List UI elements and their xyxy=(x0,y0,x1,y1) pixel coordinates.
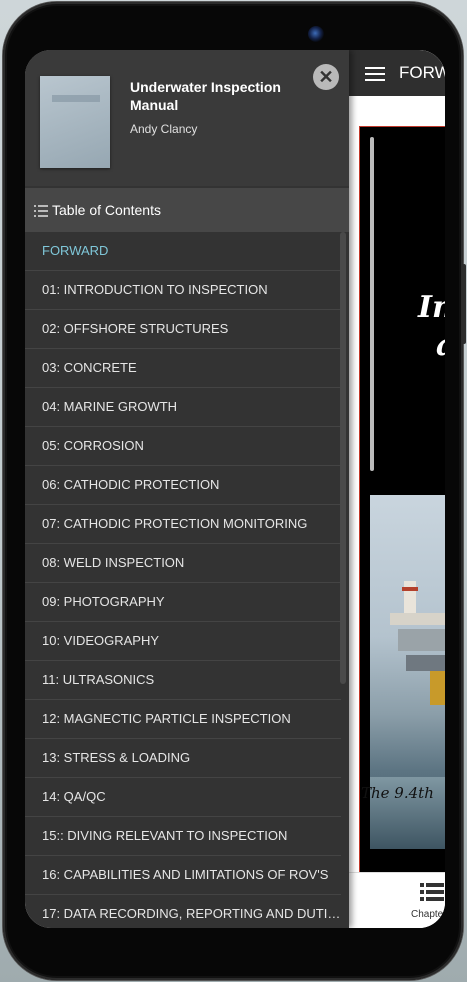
toc-item-11[interactable]: 11: ULTRASONICS xyxy=(25,661,341,700)
cover-title-line2: a xyxy=(418,327,445,365)
screen: FORWARD In a The 9.4th xyxy=(25,50,445,928)
camera-lens xyxy=(308,26,324,42)
phone-frame: FORWARD In a The 9.4th xyxy=(3,2,466,980)
toc-item-06[interactable]: 06: CATHODIC PROTECTION xyxy=(25,466,341,505)
list-icon xyxy=(34,204,48,222)
toc-item-forward[interactable]: FORWARD xyxy=(25,232,341,271)
chapter-title: FORWARD xyxy=(399,63,445,82)
toc-label: Table of Contents xyxy=(52,202,161,218)
page-scroll-indicator[interactable] xyxy=(370,137,374,471)
drawer-header: Underwater Inspection Manual Andy Clancy… xyxy=(25,50,349,186)
toc-item-07[interactable]: 07: CATHODIC PROTECTION MONITORING xyxy=(25,505,341,544)
book-author: Andy Clancy xyxy=(130,122,198,136)
book-title: Underwater Inspection Manual xyxy=(130,79,281,113)
toc-item-08[interactable]: 08: WELD INSPECTION xyxy=(25,544,341,583)
toc-item-09[interactable]: 09: PHOTOGRAPHY xyxy=(25,583,341,622)
toc-item-16[interactable]: 16: CAPABILITIES AND LIMITATIONS OF ROV'… xyxy=(25,856,341,895)
cover-caption: The 9.4th xyxy=(361,784,434,802)
book-cover-thumbnail xyxy=(40,76,110,168)
book-page[interactable]: In a xyxy=(359,126,445,876)
toc-header: Table of Contents xyxy=(25,188,349,232)
oil-rig-illustration xyxy=(384,573,445,705)
toc-list: FORWARD 01: INTRODUCTION TO INSPECTION 0… xyxy=(25,232,349,928)
toc-item-02[interactable]: 02: OFFSHORE STRUCTURES xyxy=(25,310,341,349)
toc-item-12[interactable]: 12: MAGNECTIC PARTICLE INSPECTION xyxy=(25,700,341,739)
drawer-scrollbar[interactable] xyxy=(340,232,346,684)
toc-item-10[interactable]: 10: VIDEOGRAPHY xyxy=(25,622,341,661)
toc-item-05[interactable]: 05: CORROSION xyxy=(25,427,341,466)
toc-item-04[interactable]: 04: MARINE GROWTH xyxy=(25,388,341,427)
app-bar: FORWARD xyxy=(349,50,445,96)
cover-title-line1: In xyxy=(418,290,445,325)
cover-title: In a xyxy=(418,289,445,365)
toc-item-17[interactable]: 17: DATA RECORDING, REPORTING AND DUTIES… xyxy=(25,895,341,928)
toc-item-03[interactable]: 03: CONCRETE xyxy=(25,349,341,388)
navigation-drawer: Underwater Inspection Manual Andy Clancy… xyxy=(25,50,349,928)
bottom-bar: Chapters xyxy=(349,872,445,928)
chapters-icon[interactable] xyxy=(420,881,444,910)
toc-item-13[interactable]: 13: STRESS & LOADING xyxy=(25,739,341,778)
toc-item-01[interactable]: 01: INTRODUCTION TO INSPECTION xyxy=(25,271,341,310)
toc-item-14[interactable]: 14: QA/QC xyxy=(25,778,341,817)
reader-view: FORWARD In a The 9.4th xyxy=(349,50,445,928)
close-icon[interactable]: ✕ xyxy=(313,64,339,90)
hamburger-menu-icon[interactable] xyxy=(365,67,385,81)
side-button xyxy=(462,264,466,344)
toc-item-15[interactable]: 15:: DIVING RELEVANT TO INSPECTION xyxy=(25,817,341,856)
chapters-label[interactable]: Chapters xyxy=(411,909,445,920)
